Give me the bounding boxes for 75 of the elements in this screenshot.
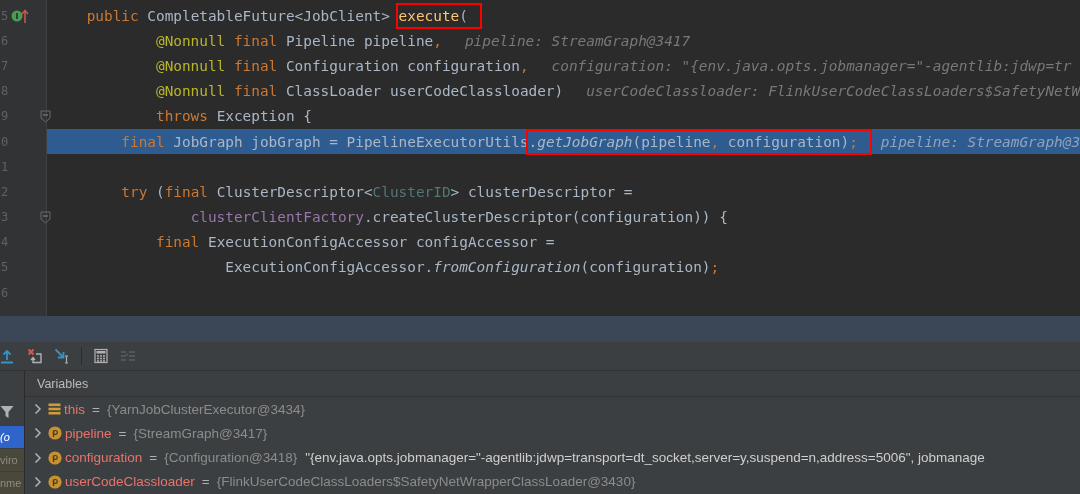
annotation: @Nonnull: [155, 83, 226, 100]
keyword: final: [233, 57, 278, 74]
circle-arrow-icon[interactable]: [11, 7, 29, 24]
pane-title: Variables: [37, 376, 89, 391]
filter-icon[interactable]: [0, 405, 14, 419]
code-text: (pipeline: [632, 133, 711, 150]
field-name: clusterClientFactory: [190, 209, 364, 226]
expand-chevron-icon[interactable]: [34, 427, 42, 440]
inline-value-hint: configuration: "{env.java.opts.jobmanager="-agentlib:jdwp=tr: [551, 57, 1072, 74]
code-text: Configuration configuration: [285, 57, 520, 74]
type-parameter: ClusterID: [372, 183, 451, 200]
method-call: getJobGraph: [537, 133, 633, 150]
keyword: final: [233, 83, 278, 100]
keyword: public: [86, 7, 139, 24]
keyword: final: [164, 183, 208, 200]
keyword: try: [121, 183, 148, 200]
stacked-bars-icon: [48, 403, 61, 416]
fold-icon[interactable]: [40, 109, 51, 123]
punctuation: ,: [519, 57, 529, 74]
variable-name: pipeline: [65, 425, 112, 441]
keyword: final: [233, 32, 278, 49]
code-text: > clusterDescriptor =: [450, 183, 633, 200]
stack-frame-item[interactable]: (o: [0, 426, 24, 448]
variable-name: configuration: [65, 450, 143, 466]
calculator-icon[interactable]: [93, 348, 109, 364]
annotation: @Nonnull: [155, 32, 226, 49]
code-text: (: [156, 183, 165, 200]
fold-icon[interactable]: [40, 210, 51, 224]
parameter-icon: [48, 450, 62, 465]
arrow-cursor-icon[interactable]: [54, 348, 70, 364]
code-text: JobGraph jobGraph = PipelineExecutorUtils: [173, 133, 529, 150]
equals-sign: =: [149, 450, 158, 466]
stack-frame-item[interactable]: nme: [0, 472, 24, 494]
string-value: "{env.java.opts.jobmanager="-agentlib:jdwp=transport=dt_socket,server=y,suspend=n,address=5006", jobmanage: [305, 450, 985, 466]
equals-sign: =: [201, 474, 210, 490]
expand-chevron-icon[interactable]: [34, 403, 42, 416]
equals-sign: =: [92, 401, 100, 417]
parameter-icon: [48, 426, 62, 441]
code-text: .createClusterDescriptor(configuration)) {: [363, 209, 728, 226]
code-text: CompletableFuture<JobClient>: [147, 7, 391, 24]
code-text: Pipeline pipeline: [285, 32, 434, 49]
code-text: (configuration): [580, 259, 711, 276]
code-text: .: [528, 133, 538, 150]
method-name: execute: [398, 7, 460, 24]
keyword: final: [121, 133, 165, 150]
equals-sign: =: [118, 425, 127, 441]
parameter-icon: [48, 474, 62, 489]
code-text: configuration): [727, 133, 850, 150]
code-text: ClusterDescriptor<: [216, 183, 373, 200]
cross-arrow-icon[interactable]: [27, 348, 43, 364]
stack-frame-item[interactable]: viro: [0, 449, 24, 471]
variable-value: {FlinkUserCodeClassLoaders$SafetyNetWrapperClassLoader@3430}: [216, 474, 636, 490]
inline-value-hint: pipeline: StreamGraph@3: [880, 133, 1080, 150]
method-call: fromConfiguration: [433, 259, 581, 276]
variable-value: {YarnJobClusterExecutor@3434}: [106, 401, 305, 417]
keyword: throws: [155, 108, 208, 125]
variable-name: userCodeClassloader: [65, 474, 195, 490]
keyword: final: [155, 234, 200, 251]
annotation: @Nonnull: [155, 57, 226, 74]
arrow-up-icon[interactable]: [0, 348, 16, 364]
variable-name: this: [64, 401, 85, 417]
code-text: Exception {: [216, 108, 312, 125]
punctuation: ,: [710, 133, 720, 150]
code-text: (: [459, 7, 468, 24]
variable-value: {Configuration@3418}: [164, 450, 298, 466]
expand-chevron-icon[interactable]: [34, 475, 42, 488]
code-text: ExecutionConfigAccessor.: [225, 259, 434, 276]
punctuation: ;: [710, 259, 720, 276]
code-text: ExecutionConfigAccessor configAccessor =: [207, 234, 555, 251]
expand-chevron-icon[interactable]: [34, 451, 42, 464]
punctuation: ,: [433, 32, 442, 49]
punctuation: ;: [849, 133, 858, 150]
inline-value-hint: pipeline: StreamGraph@3417: [464, 32, 691, 49]
code-text: ClassLoader userCodeClassloader): [285, 83, 564, 100]
variable-value: {StreamGraph@3417}: [133, 425, 268, 441]
